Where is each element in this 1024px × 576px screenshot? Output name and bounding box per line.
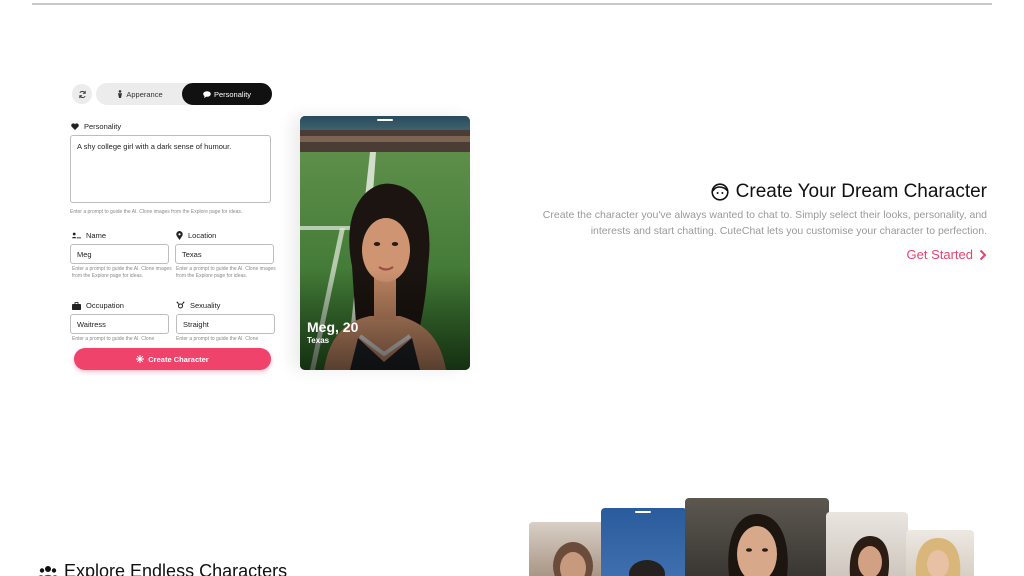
tab-appearance-label: Apperance: [126, 89, 163, 99]
sexuality-help: Enter a prompt to guide the AI. Clone: [176, 336, 259, 341]
character-thumbnail[interactable]: [685, 498, 829, 576]
location-help: Enter a prompt to guide the AI. Clone im…: [176, 266, 276, 279]
personality-help: Enter a prompt to guide the AI. Clone im…: [70, 209, 243, 215]
sexuality-label-text: Sexuality: [190, 301, 221, 310]
hero-title: Create Your Dream Character: [711, 181, 987, 203]
sexuality-input[interactable]: Straight: [176, 314, 275, 334]
personality-label-text: Personality: [84, 122, 122, 131]
create-character-label: Create Character: [148, 354, 209, 364]
personality-textarea[interactable]: A shy college girl with a dark sense of …: [70, 135, 271, 203]
thumbnail-drag-handle: [635, 511, 651, 513]
occupation-label: Occupation: [72, 301, 124, 310]
character-thumbnail[interactable]: [601, 508, 687, 576]
card-location: Texas: [307, 336, 330, 345]
occupation-label-text: Occupation: [86, 301, 124, 310]
heart-icon: [71, 123, 79, 130]
tab-personality[interactable]: Personality: [182, 83, 272, 105]
character-thumbnail-photo: [629, 560, 665, 576]
briefcase-icon: [72, 301, 81, 310]
people-group-icon: [38, 565, 58, 576]
character-card[interactable]: Meg, 20 Texas: [300, 116, 470, 370]
tab-personality-label: Personality: [213, 89, 252, 99]
tab-appearance[interactable]: Apperance: [96, 83, 184, 105]
map-pin-icon: [176, 231, 183, 240]
name-label-text: Name: [86, 231, 107, 240]
name-input[interactable]: Meg: [70, 244, 169, 264]
card-drag-handle: [377, 119, 393, 121]
top-divider: [32, 3, 992, 5]
hero-description: Create the character you've always wante…: [542, 209, 987, 237]
character-thumbnail-photo: [553, 542, 593, 576]
get-started-label: Get Started: [906, 247, 973, 262]
refresh-icon: [78, 90, 86, 98]
sexuality-label: Sexuality: [176, 301, 220, 310]
name-label: Name: [72, 231, 106, 240]
character-thumbnail[interactable]: [529, 522, 605, 576]
character-thumbnail-photo: [728, 514, 788, 576]
character-builder-panel: Apperance Personality Personality A shy …: [70, 82, 276, 372]
name-help: Enter a prompt to guide the AI. Clone im…: [72, 266, 172, 279]
location-label: Location: [176, 231, 216, 240]
explore-section-title: Explore Endless Characters: [38, 561, 287, 576]
occupation-help: Enter a prompt to guide the AI. Clone: [72, 336, 155, 341]
character-thumbnail[interactable]: [906, 530, 974, 576]
chevron-right-icon: [979, 249, 987, 260]
sparkle-icon: [136, 355, 145, 363]
smiley-face-icon: [711, 183, 729, 201]
chat-bubble-icon: [203, 90, 211, 98]
personality-label: Personality: [71, 122, 121, 131]
create-character-button[interactable]: Create Character: [74, 348, 271, 370]
location-input[interactable]: Texas: [175, 244, 274, 264]
mode-toggle: Apperance Personality: [96, 83, 272, 105]
character-thumbnail-photo: [849, 536, 890, 576]
card-name: Meg, 20: [307, 319, 359, 335]
character-thumbnail-photo: [915, 538, 961, 576]
person-icon: [118, 90, 123, 98]
name-tag-icon: [72, 232, 81, 239]
gender-symbol-icon: [176, 301, 185, 309]
location-label-text: Location: [188, 231, 217, 240]
get-started-link[interactable]: Get Started: [907, 247, 987, 262]
refresh-button[interactable]: [72, 84, 92, 104]
explore-section-title-text: Explore Endless Characters: [64, 561, 288, 576]
hero-title-text: Create Your Dream Character: [735, 181, 987, 202]
occupation-input[interactable]: Waitress: [70, 314, 169, 334]
character-thumbnail[interactable]: [826, 512, 908, 576]
